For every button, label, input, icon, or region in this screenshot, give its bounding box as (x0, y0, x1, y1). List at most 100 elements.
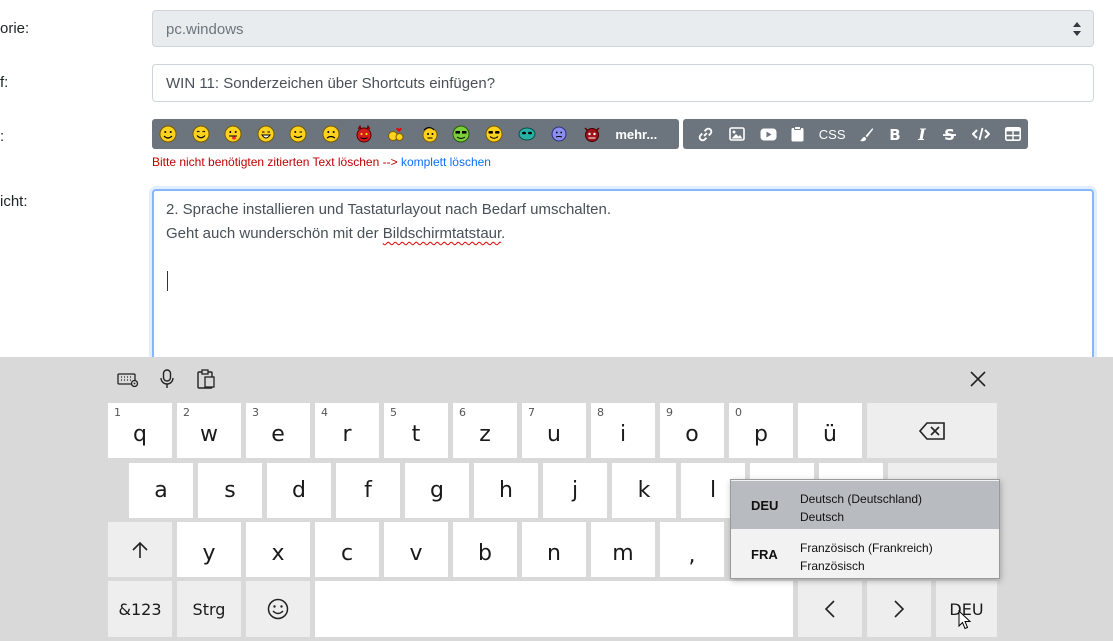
key-n[interactable]: n (522, 522, 586, 577)
key-comma[interactable]: , (660, 522, 724, 577)
more-smilies-button[interactable]: mehr... (615, 127, 657, 142)
table-icon[interactable] (998, 119, 1028, 149)
smile-icon[interactable] (159, 125, 177, 143)
key-k-label: k (637, 478, 651, 503)
image-icon[interactable] (721, 119, 753, 149)
link-icon[interactable] (691, 119, 721, 149)
select-arrows-icon (1073, 22, 1081, 36)
key-u-label: u (547, 422, 561, 447)
keyboard-settings-icon[interactable] (117, 369, 139, 389)
left-arrow-key[interactable] (798, 581, 862, 637)
kiss-icon[interactable] (387, 125, 405, 143)
misspelled-word[interactable]: Bildschirmtatstaur (383, 225, 501, 242)
category-label: orie: (0, 20, 30, 37)
devil-icon[interactable] (355, 125, 373, 143)
blue-face-icon[interactable] (550, 125, 568, 143)
key-l-label: l (709, 478, 717, 503)
key-j[interactable]: j (543, 463, 607, 518)
subject-input[interactable]: WIN 11: Sonderzeichen über Shortcuts ein… (152, 64, 1094, 102)
emoji-key[interactable] (246, 581, 310, 637)
grin-icon[interactable] (192, 125, 210, 143)
key-a-label: a (154, 478, 168, 503)
shift-key[interactable] (108, 522, 172, 577)
close-icon[interactable] (967, 369, 989, 389)
thinking-icon[interactable] (420, 125, 438, 143)
key-o[interactable]: 9o (660, 403, 724, 458)
bold-icon[interactable]: B (881, 119, 909, 149)
ctrl-key[interactable]: Strg (177, 581, 241, 637)
key-v-label: v (409, 541, 423, 566)
key-e-number: 3 (252, 406, 259, 419)
message-textarea[interactable]: 2. Sprache installieren und Tastaturlayo… (152, 189, 1094, 369)
key-v[interactable]: v (384, 522, 448, 577)
paste-icon[interactable] (783, 119, 811, 149)
delete-all-link[interactable]: komplett löschen (401, 155, 491, 169)
numbers-key[interactable]: &123 (108, 581, 172, 637)
key-b-label: b (478, 541, 492, 566)
svg-text:B: B (889, 127, 900, 142)
key-d-label: d (292, 478, 306, 503)
key-z[interactable]: 6z (453, 403, 517, 458)
sad-icon[interactable] (322, 125, 340, 143)
evil-red-icon[interactable] (583, 125, 601, 143)
italic-icon[interactable]: I (909, 119, 935, 149)
language-name-full: Deutsch (Deutschland) (800, 492, 923, 506)
wink-icon[interactable] (289, 125, 307, 143)
key-e[interactable]: 3e (246, 403, 310, 458)
key-ue-label: ü (823, 422, 837, 447)
clipboard-icon[interactable] (195, 369, 217, 389)
css-button[interactable]: CSS (811, 119, 853, 149)
key-s[interactable]: s (198, 463, 262, 518)
key-m[interactable]: m (591, 522, 655, 577)
language-option-deu[interactable]: DEU Deutsch (Deutschland) Deutsch (731, 481, 999, 529)
key-b[interactable]: b (453, 522, 517, 577)
category-select[interactable]: pc.windows (152, 10, 1094, 47)
key-h[interactable]: h (474, 463, 538, 518)
key-i[interactable]: 8i (591, 403, 655, 458)
key-s-label: s (224, 478, 236, 503)
key-p[interactable]: 0p (729, 403, 793, 458)
key-t-label: t (411, 422, 421, 447)
alien-icon[interactable] (518, 125, 536, 143)
key-h-label: h (499, 478, 513, 503)
key-w[interactable]: 2w (177, 403, 241, 458)
right-arrow-key[interactable] (867, 581, 931, 637)
key-x[interactable]: x (246, 522, 310, 577)
language-option-fra[interactable]: FRA Französisch (Frankreich) Französisch (731, 530, 999, 578)
language-code: FRA (751, 547, 778, 562)
key-f[interactable]: f (336, 463, 400, 518)
video-icon[interactable] (753, 119, 784, 149)
svg-text:I: I (917, 127, 926, 142)
tongue-icon[interactable] (224, 125, 242, 143)
laugh-icon[interactable] (257, 125, 275, 143)
backspace-key[interactable] (867, 403, 997, 458)
space-key[interactable] (315, 581, 793, 637)
key-r[interactable]: 4r (315, 403, 379, 458)
key-q[interactable]: 1q (108, 403, 172, 458)
key-p-label: p (754, 422, 768, 447)
brush-icon[interactable] (853, 119, 881, 149)
strikethrough-icon[interactable]: S (935, 119, 965, 149)
sunglasses-icon[interactable] (485, 125, 503, 143)
quote-warning: Bitte nicht benötigten zitierten Text lö… (152, 155, 491, 169)
key-u[interactable]: 7u (522, 403, 586, 458)
key-g-label: g (430, 478, 444, 503)
key-g[interactable]: g (405, 463, 469, 518)
microphone-icon[interactable] (156, 369, 178, 389)
key-t[interactable]: 5t (384, 403, 448, 458)
emoji-icon (267, 598, 289, 620)
message-line-2-start: Geht auch wunderschön mit der (166, 225, 383, 242)
key-q-number: 1 (114, 406, 121, 419)
key-y[interactable]: y (177, 522, 241, 577)
key-z-number: 6 (459, 406, 466, 419)
key-c[interactable]: c (315, 522, 379, 577)
key-k[interactable]: k (612, 463, 676, 518)
key-a[interactable]: a (129, 463, 193, 518)
key-ue[interactable]: ü (798, 403, 862, 458)
language-popup: DEU Deutsch (Deutschland) Deutsch FRA Fr… (730, 479, 1000, 579)
key-m-label: m (612, 541, 634, 566)
message-line-2-end: . (501, 225, 506, 242)
key-d[interactable]: d (267, 463, 331, 518)
code-icon[interactable] (964, 119, 998, 149)
cool-green-icon[interactable] (452, 125, 470, 143)
